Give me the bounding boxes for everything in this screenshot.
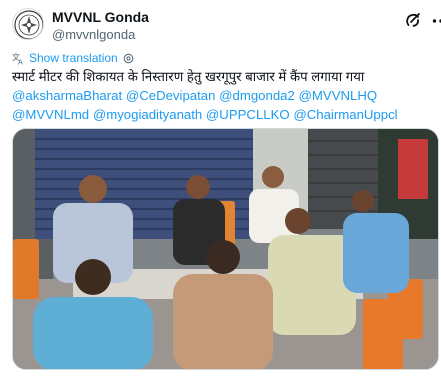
- tweet-text: स्मार्ट मीटर की शिकायत के निस्तारण हेतु …: [12, 67, 432, 124]
- display-name[interactable]: MVVNL Gonda: [52, 9, 149, 26]
- mention-link[interactable]: @UPPCLLKO: [206, 107, 290, 122]
- tweet-header: MVVNL Gonda @mvvnlgonda: [12, 6, 441, 46]
- mention-link[interactable]: @aksharmaBharat: [12, 88, 122, 103]
- translate-icon: 文 A: [12, 52, 23, 65]
- tweet-photo[interactable]: [12, 128, 439, 370]
- more-icon[interactable]: [432, 19, 441, 23]
- mention-link[interactable]: @myogiadityanath: [93, 107, 202, 122]
- tweet-text-hindi: स्मार्ट मीटर की शिकायत के निस्तारण हेतु …: [12, 69, 365, 84]
- grok-icon[interactable]: [404, 11, 422, 29]
- avatar[interactable]: [12, 8, 44, 40]
- show-translation-link[interactable]: Show translation: [29, 51, 118, 65]
- camp-photo-illustration: [13, 129, 438, 369]
- mentions-line: @MVVNLmd @myogiadityanath @UPPCLLKO @Cha…: [12, 105, 432, 124]
- mvvnl-logo-icon: [14, 10, 43, 39]
- account-handle[interactable]: @mvvnlgonda: [52, 27, 149, 43]
- svg-text:A: A: [18, 58, 23, 65]
- mention-link[interactable]: @MVVNLmd: [12, 107, 89, 122]
- mention-link[interactable]: @dmgonda2: [219, 88, 295, 103]
- mention-link[interactable]: @MVVNLHQ: [299, 88, 378, 103]
- mention-link[interactable]: @ChairmanUppcl: [293, 107, 397, 122]
- gear-icon[interactable]: [123, 53, 134, 64]
- translation-row: 文 A Show translation: [12, 50, 134, 66]
- mentions-line: @aksharmaBharat @CeDevipatan @dmgonda2 @…: [12, 86, 432, 105]
- mention-link[interactable]: @CeDevipatan: [126, 88, 216, 103]
